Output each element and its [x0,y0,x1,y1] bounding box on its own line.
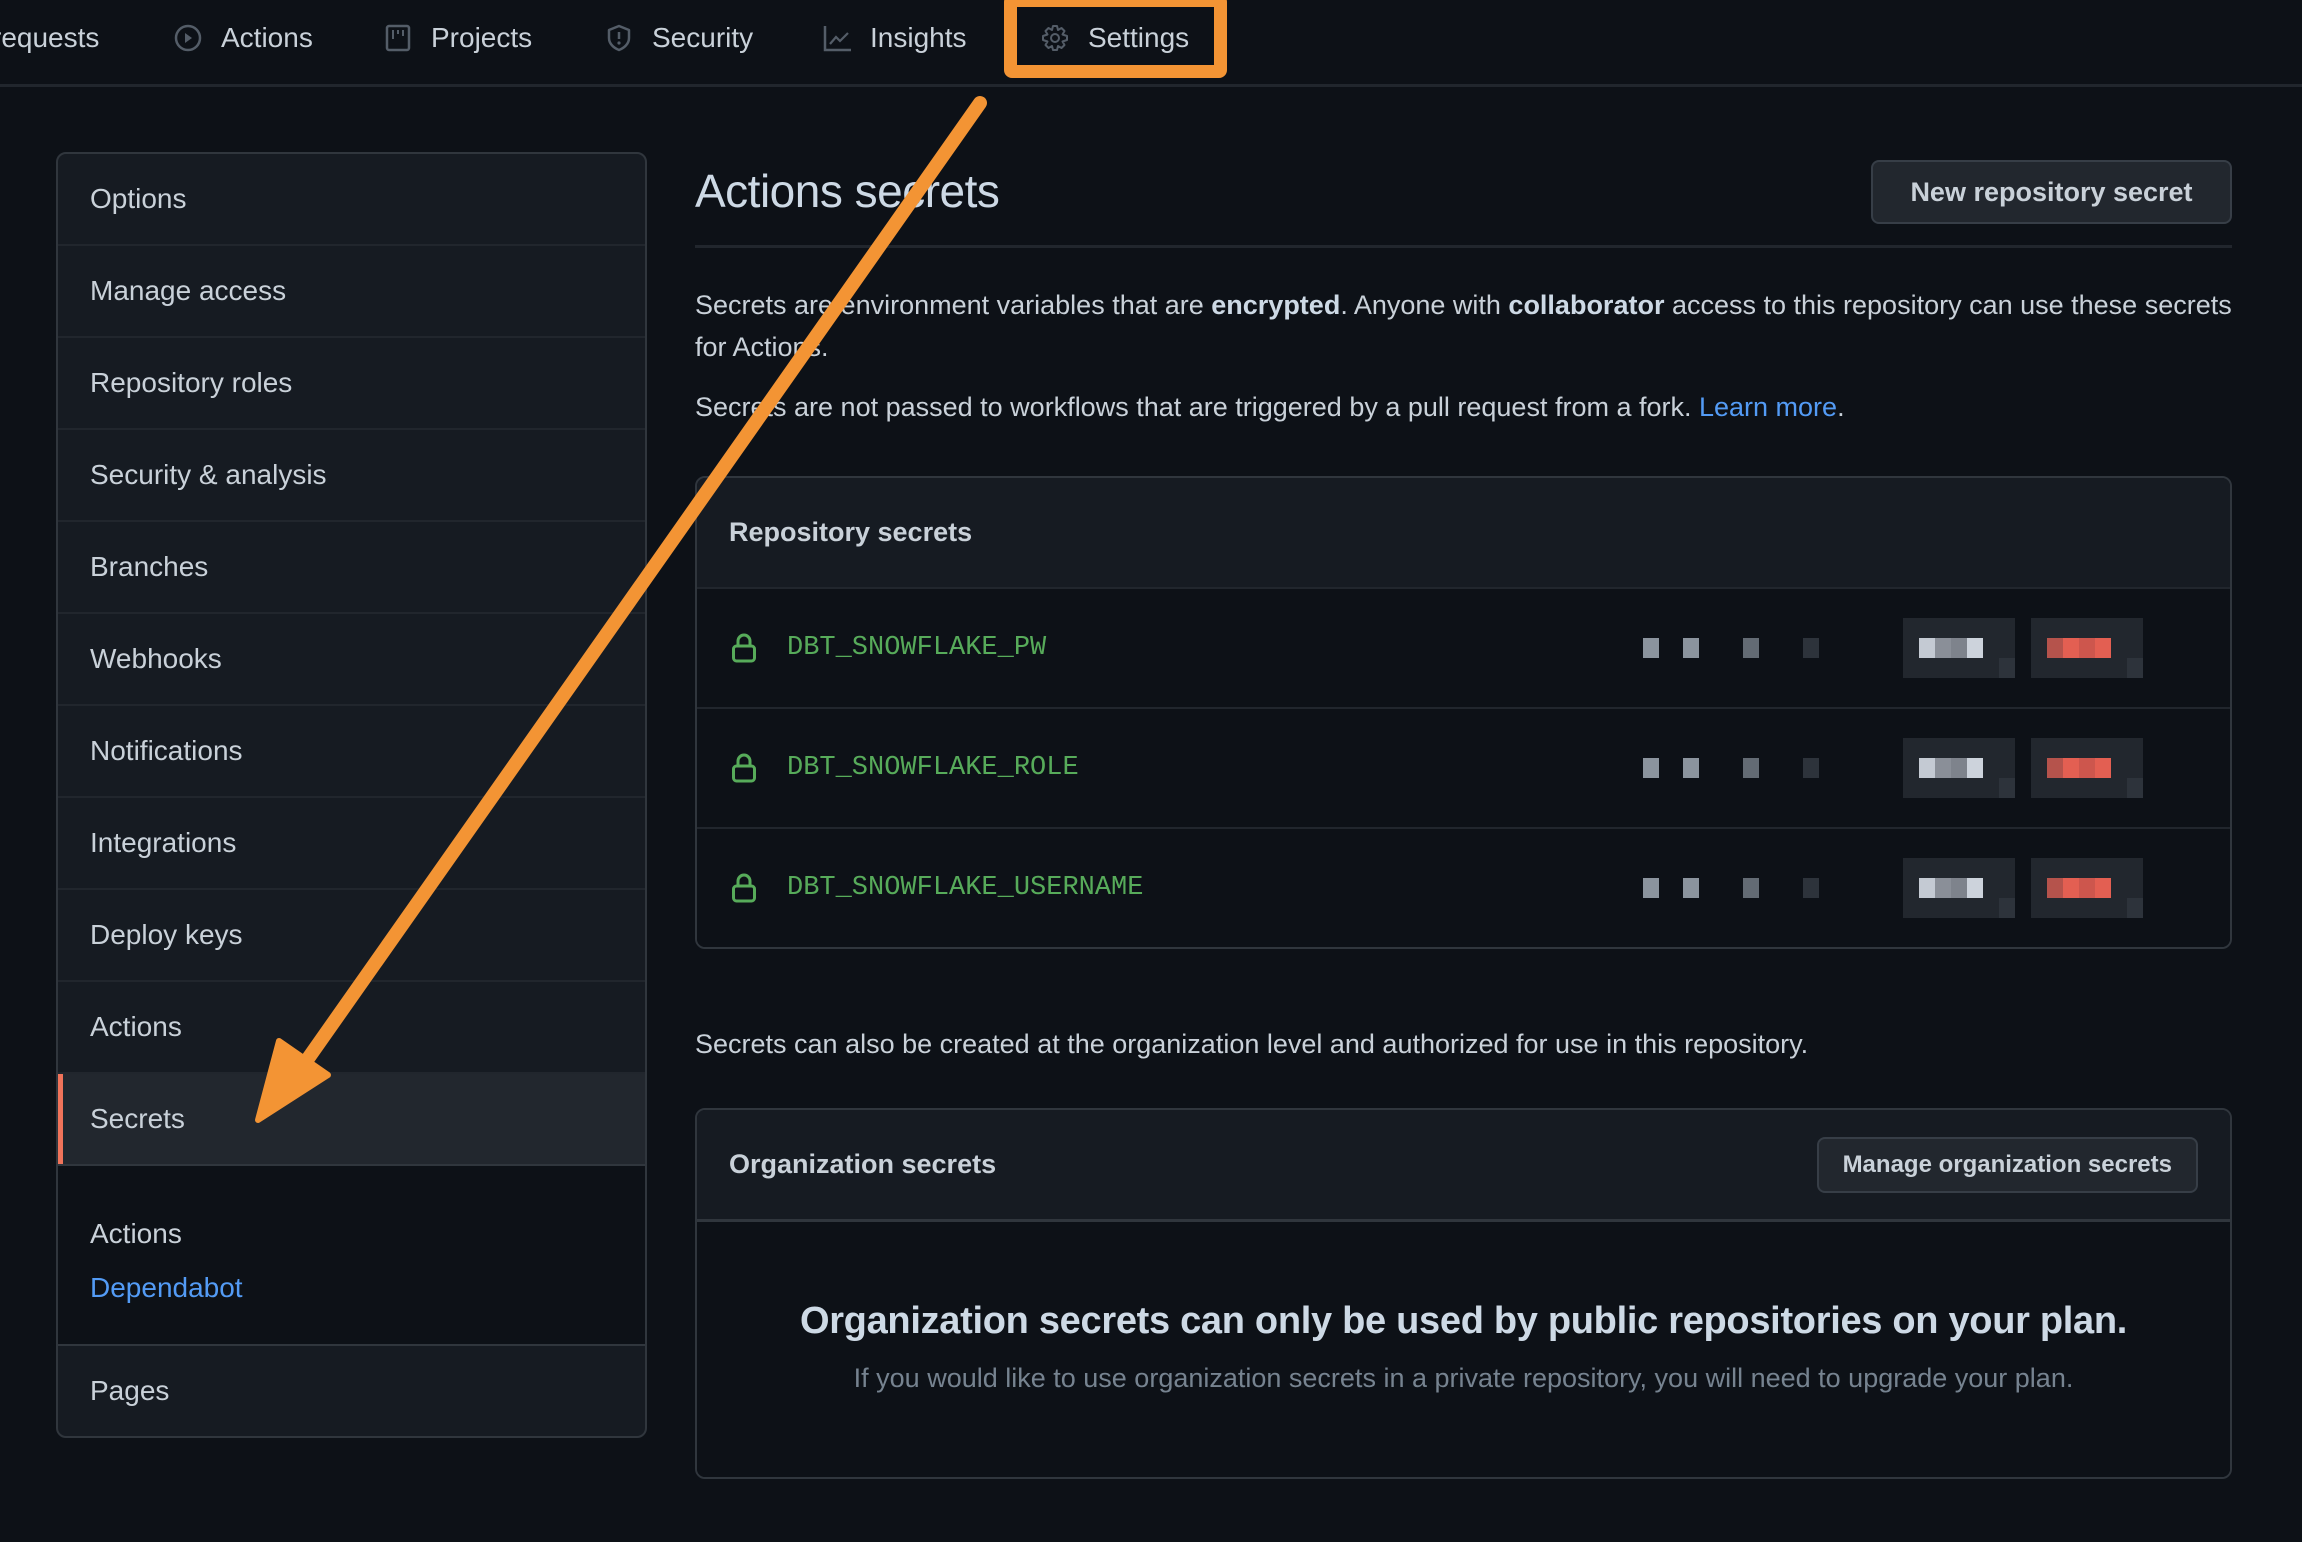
tab-label: Projects [431,22,533,53]
blankslate-title: Organization secrets can only be used by… [799,1299,2128,1342]
secrets-description: Secrets are environment variables that a… [695,284,2232,368]
sidebar-item-label: Security & analysis [90,459,327,490]
desc-bold-collaborator: collaborator [1508,290,1665,320]
tab-settings[interactable]: Settings [1040,14,1189,62]
organization-secrets-header: Organization secrets Manage organization… [697,1110,2230,1219]
organization-secrets-title: Organization secrets [729,1149,997,1179]
fork-note: Secrets are not passed to workflows that… [695,386,2232,428]
desc-text: Secrets are environment variables that a… [695,290,1212,320]
remove-secret-button[interactable] [2031,858,2143,918]
tab-insights[interactable]: Insights [822,14,967,62]
gear-icon [1040,23,1070,53]
blankslate-text: If you would like to use organization se… [853,1362,2074,1393]
sidebar-item-repository-roles[interactable]: Repository roles [58,336,645,428]
learn-more-link[interactable]: Learn more [1699,392,1837,422]
update-secret-button[interactable] [1903,858,2015,918]
update-secret-button[interactable] [1903,618,2015,678]
fork-note-text: Secrets are not passed to workflows that… [695,392,1699,422]
sidebar-item-label: Webhooks [90,643,222,674]
lock-icon [731,632,757,664]
sidebar-item-label: Manage access [90,275,287,306]
sidebar-item-webhooks[interactable]: Webhooks [58,612,645,704]
fork-note-end: . [1837,392,1845,422]
obscured-updated-date [1643,638,1819,658]
tab-label: Actions [221,22,313,53]
sidebar-item-pages[interactable]: Pages [58,1344,645,1436]
new-repository-secret-button[interactable]: New repository secret [1871,160,2232,224]
tab-actions[interactable]: Actions [173,14,313,62]
sidebar-item-manage-access[interactable]: Manage access [58,244,645,336]
remove-secret-button[interactable] [2031,618,2143,678]
play-circle-icon [173,23,203,53]
project-board-icon [383,23,413,53]
org-secrets-note: Secrets can also be created at the organ… [695,1029,1809,1059]
secret-name: DBT_SNOWFLAKE_ROLE [787,753,1079,783]
title-row: Actions secrets New repository secret [695,152,2232,248]
secret-row: DBT_SNOWFLAKE_PW [697,587,2230,707]
sidebar-item-secrets[interactable]: Secrets [58,1072,645,1164]
desc-text: . Anyone with [1340,290,1509,320]
shield-icon [604,23,634,53]
tab-label: Insights [870,22,967,53]
remove-secret-button[interactable] [2031,738,2143,798]
repository-secrets-title: Repository secrets [729,517,973,547]
sidebar-item-label: Notifications [90,735,243,766]
sidebar-subitem-dependabot[interactable]: Dependabot [90,1272,613,1304]
organization-secrets-box: Organization secrets Manage organization… [695,1108,2232,1479]
sidebar-item-actions[interactable]: Actions [58,980,645,1072]
org-secrets-blankslate: Organization secrets can only be used by… [697,1219,2230,1477]
lock-icon [731,752,757,784]
sidebar-item-label: Pages [90,1375,170,1406]
repository-secrets-header: Repository secrets [697,478,2230,587]
desc-bold-encrypted: encrypted [1211,290,1341,320]
main-content: Actions secrets New repository secret Se… [695,152,2232,1479]
tab-label: requests [0,22,100,53]
tab-pull-requests[interactable]: requests [0,14,99,62]
sidebar-item-deploy-keys[interactable]: Deploy keys [58,888,645,980]
sidebar-item-notifications[interactable]: Notifications [58,704,645,796]
settings-sidebar: Options Manage access Repository roles S… [56,152,647,1438]
repository-secrets-box: Repository secrets DBT_SNOWFLAKE_PW DBT_… [695,476,2232,949]
sidebar-subitem-actions[interactable]: Actions [90,1218,613,1250]
manage-organization-secrets-button[interactable]: Manage organization secrets [1816,1136,2198,1193]
graph-icon [822,23,852,53]
sidebar-item-label: Secrets [90,1103,185,1134]
page-title: Actions secrets [695,165,1000,217]
secret-row: DBT_SNOWFLAKE_ROLE [697,707,2230,827]
sidebar-item-security-analysis[interactable]: Security & analysis [58,428,645,520]
sidebar-item-label: Actions [90,1011,182,1042]
sidebar-item-label: Repository roles [90,367,293,398]
obscured-updated-date [1643,758,1819,778]
secret-name: DBT_SNOWFLAKE_USERNAME [787,873,1144,903]
sidebar-secrets-subgroup: Actions Dependabot [58,1164,645,1344]
sidebar-item-branches[interactable]: Branches [58,520,645,612]
sidebar-item-options[interactable]: Options [58,154,645,244]
obscured-updated-date [1643,878,1819,898]
tab-security[interactable]: Security [604,14,753,62]
sidebar-item-integrations[interactable]: Integrations [58,796,645,888]
repo-nav-bar: requests Actions Projects Security Insig… [0,0,2302,87]
sidebar-item-label: Options [90,183,187,214]
secret-name: DBT_SNOWFLAKE_PW [787,633,1047,663]
update-secret-button[interactable] [1903,738,2015,798]
tab-label: Security [652,22,754,53]
lock-icon [731,872,757,904]
tab-label: Settings [1088,22,1190,53]
sidebar-item-label: Integrations [90,827,237,858]
sidebar-item-label: Branches [90,551,209,582]
tab-projects[interactable]: Projects [383,14,532,62]
secret-row: DBT_SNOWFLAKE_USERNAME [697,827,2230,947]
sidebar-item-label: Deploy keys [90,919,243,950]
